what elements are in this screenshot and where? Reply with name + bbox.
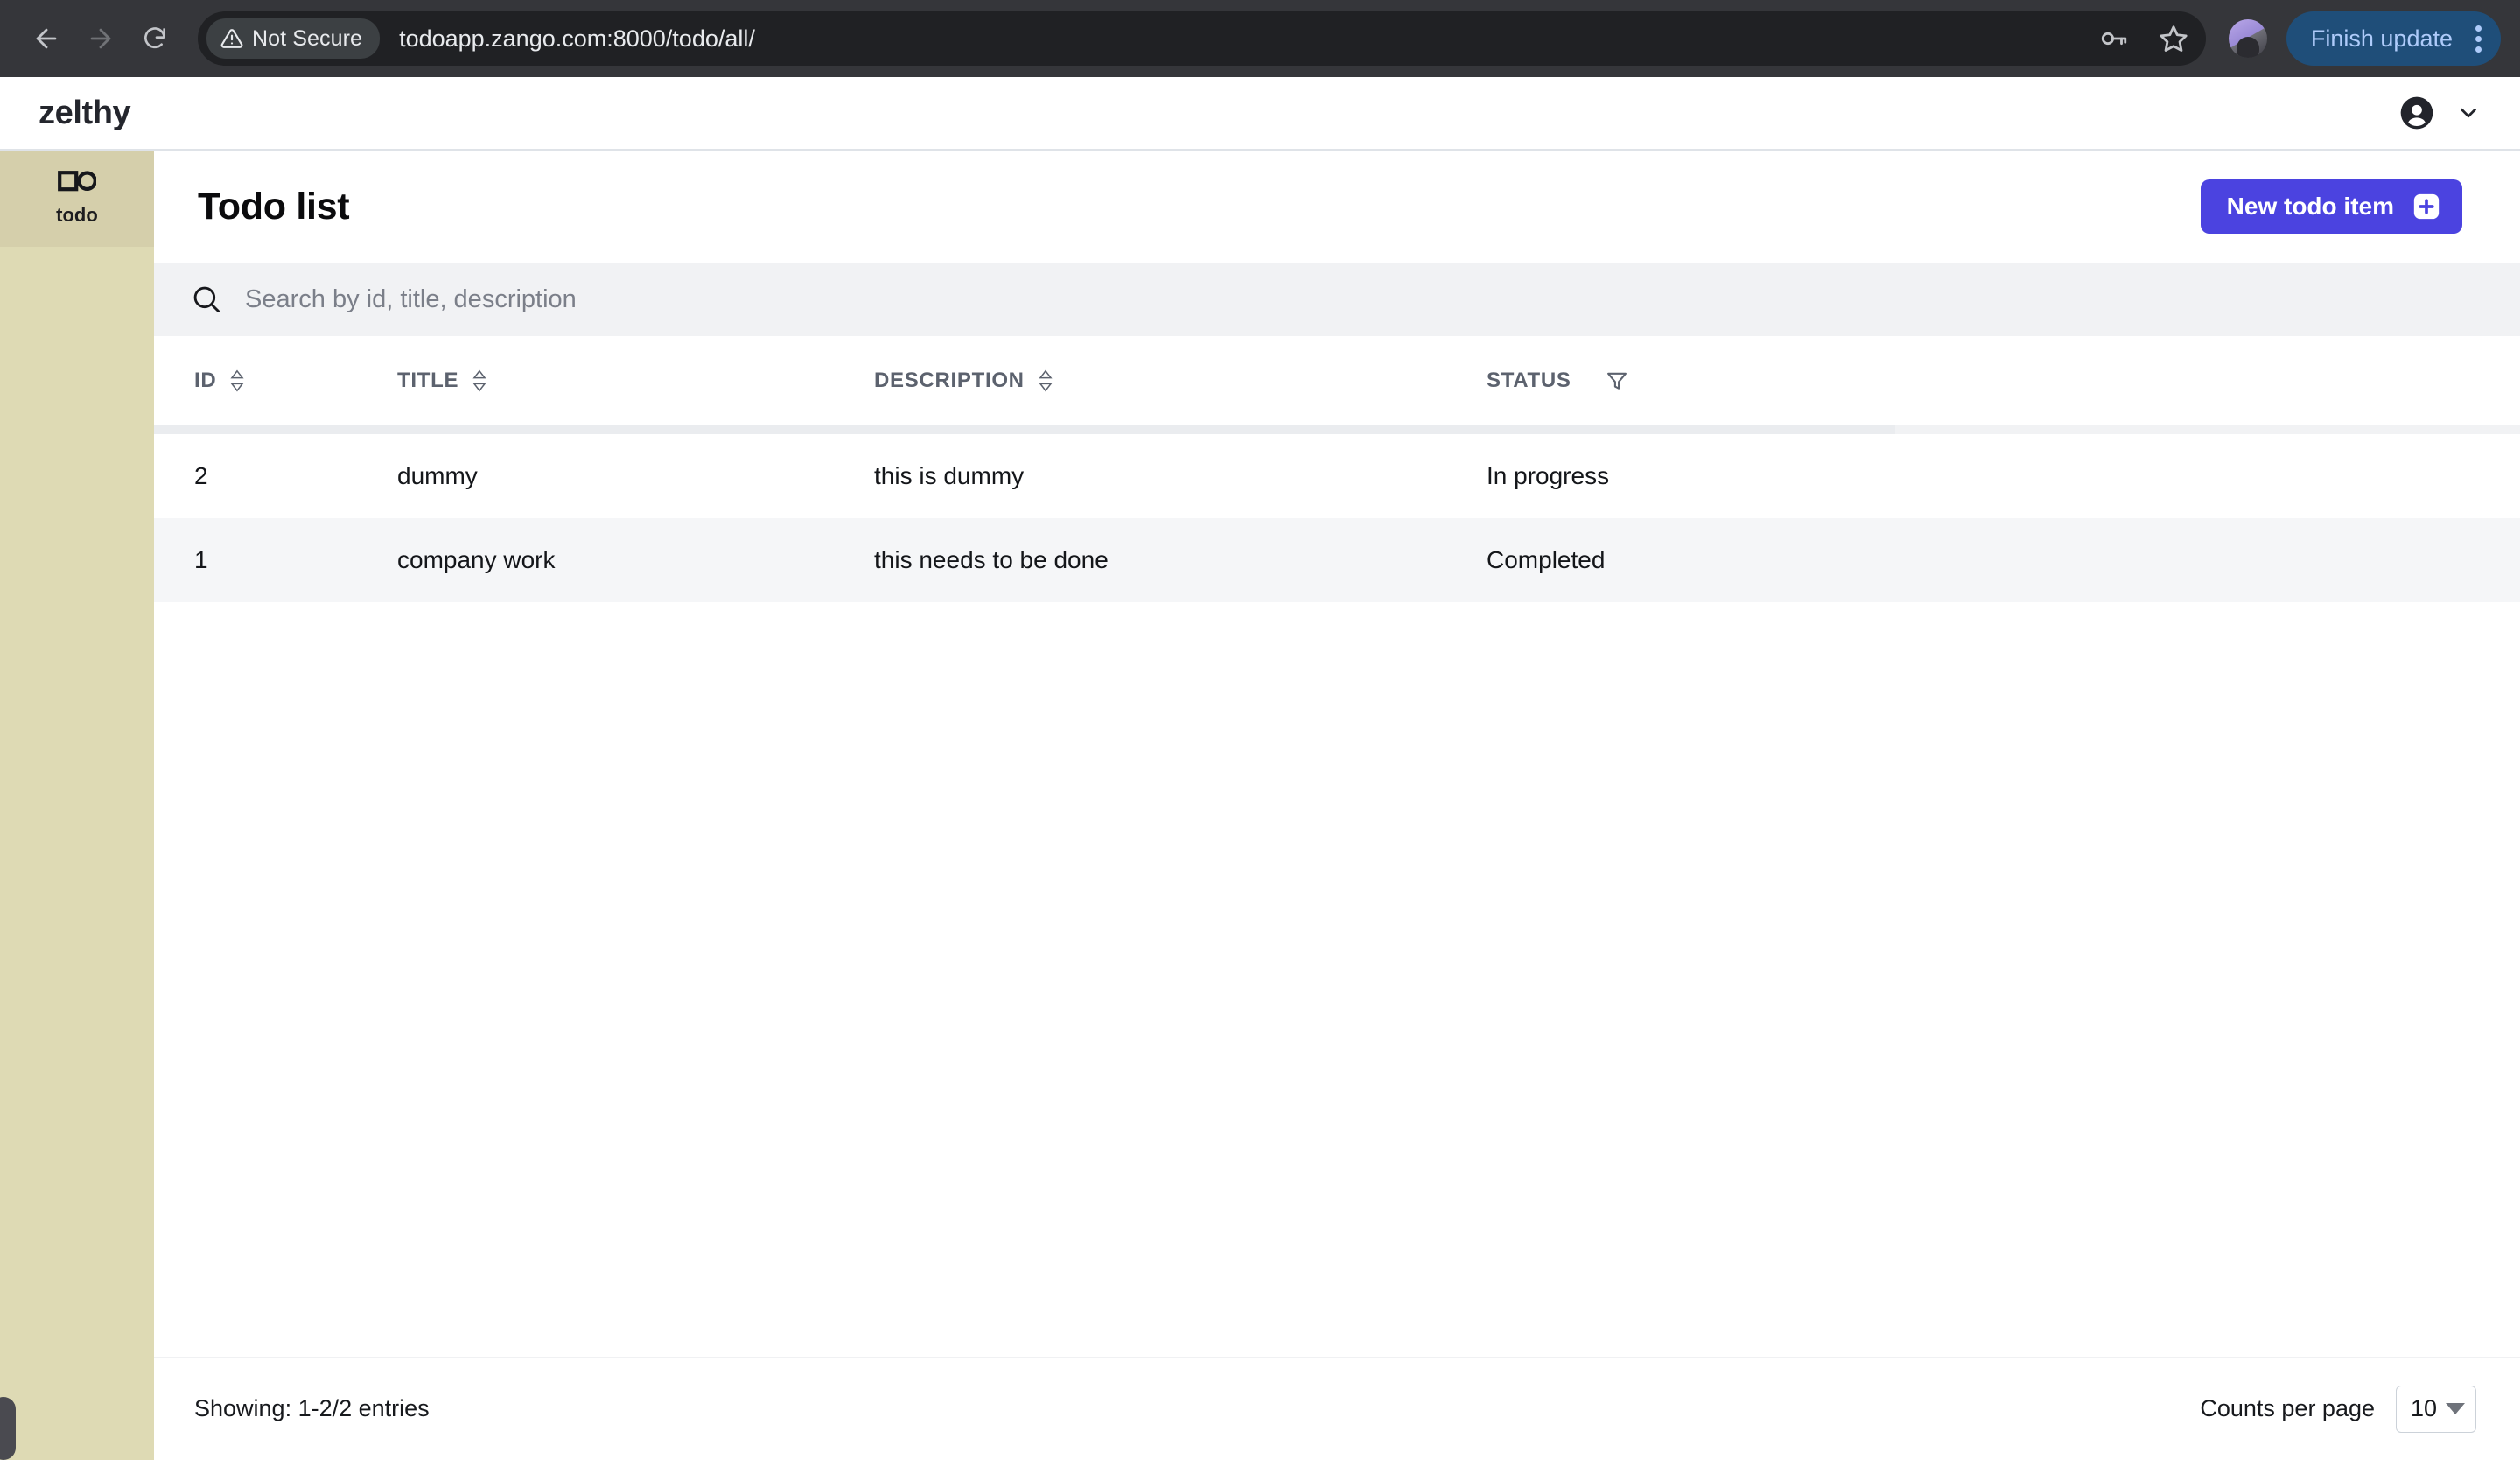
column-header-title[interactable]: TITLE (397, 336, 874, 425)
sidebar-item-todo[interactable]: todo (0, 151, 154, 247)
column-label-status: STATUS (1487, 369, 1572, 392)
cell-status: Completed (1487, 518, 2520, 602)
column-header-id[interactable]: ID (154, 336, 397, 425)
cell-title: company work (397, 518, 874, 602)
password-manager-button[interactable] (2087, 11, 2141, 66)
warning-triangle-icon (220, 29, 243, 48)
back-arrow-icon (36, 28, 57, 49)
filter-funnel-icon[interactable] (1605, 369, 1629, 393)
url-text[interactable]: todoapp.zango.com:8000/todo/all/ (399, 25, 755, 53)
browser-forward-button[interactable] (74, 11, 128, 66)
security-status-chip[interactable]: Not Secure (206, 18, 381, 59)
column-label-id: ID (194, 369, 217, 392)
table-header-row: ID TITLE DESCRIPTION STATUS (154, 336, 2520, 425)
cell-description: this is dummy (874, 434, 1487, 518)
todo-table-body: 2 dummy this is dummy In progress 1 comp… (154, 434, 2520, 602)
todo-table: ID TITLE DESCRIPTION STATUS (154, 336, 2520, 425)
sort-updown-icon[interactable] (228, 369, 246, 393)
counts-per-page-label: Counts per page (2200, 1395, 2375, 1421)
cell-status: In progress (1487, 434, 2520, 518)
cell-id: 1 (154, 518, 397, 602)
bookmark-button[interactable] (2146, 11, 2201, 66)
app-header: zelthy (0, 77, 2520, 151)
search-input[interactable] (245, 284, 945, 314)
sidebar: todo (0, 151, 154, 1460)
column-label-description: DESCRIPTION (874, 369, 1025, 392)
column-header-status[interactable]: STATUS (1487, 336, 2520, 425)
account-circle-icon (2400, 96, 2433, 130)
new-todo-item-label: New todo item (2226, 193, 2394, 220)
new-todo-item-button[interactable]: New todo item (2200, 179, 2462, 234)
app-logo[interactable]: zelthy (38, 95, 131, 132)
browser-back-button[interactable] (19, 11, 74, 66)
kebab-menu-icon[interactable] (2475, 25, 2482, 53)
add-square-icon (2413, 193, 2440, 220)
table-footer: Showing: 1-2/2 entries Counts per page 1… (154, 1357, 2520, 1460)
chevron-down-icon (2460, 108, 2476, 118)
todo-table-container: ID TITLE DESCRIPTION STATUS 2 dummy this… (154, 336, 2520, 1357)
cell-id: 2 (154, 434, 397, 518)
security-status-label: Not Secure (252, 25, 363, 51)
cell-description: this needs to be done (874, 518, 1487, 602)
chevron-down-icon (2446, 1403, 2465, 1414)
table-row[interactable]: 1 company work this needs to be done Com… (154, 518, 2520, 602)
page-title-row: Todo list New todo item (154, 151, 2520, 263)
forward-arrow-icon (90, 28, 111, 49)
finish-update-label: Finish update (2310, 25, 2453, 52)
account-menu[interactable] (2398, 94, 2482, 132)
showing-entries-label: Showing: 1-2/2 entries (194, 1395, 430, 1421)
column-header-description[interactable]: DESCRIPTION (874, 336, 1487, 425)
table-row[interactable]: 2 dummy this is dummy In progress (154, 434, 2520, 518)
column-label-title: TITLE (397, 369, 459, 392)
chrome-profile-avatar[interactable] (2228, 19, 2267, 58)
browser-reload-button[interactable] (128, 11, 182, 66)
star-icon (2160, 25, 2188, 52)
sort-updown-icon[interactable] (1037, 369, 1054, 393)
page-title: Todo list (198, 185, 350, 228)
square-circle-icon (58, 171, 96, 192)
main-content: Todo list New todo item Search by id, ti… (154, 151, 2520, 1460)
search-icon[interactable] (191, 284, 222, 315)
counts-per-page-select[interactable]: 10 (2396, 1385, 2476, 1433)
reload-icon (144, 27, 165, 49)
cell-title: dummy (397, 434, 874, 518)
sort-updown-icon[interactable] (471, 369, 488, 393)
key-icon (2101, 32, 2127, 46)
browser-toolbar: Not Secure todoapp.zango.com:8000/todo/a… (0, 0, 2520, 77)
sidebar-scroll-nub[interactable] (0, 1397, 16, 1460)
search-bar[interactable] (154, 263, 2520, 336)
address-bar[interactable]: Not Secure todoapp.zango.com:8000/todo/a… (198, 11, 2206, 66)
table-body: 2 dummy this is dummy In progress 1 comp… (154, 434, 2520, 602)
table-header-divider (154, 425, 2520, 434)
table-header: ID TITLE DESCRIPTION STATUS (154, 336, 2520, 425)
counts-per-page-group: Counts per page 10 (2200, 1385, 2476, 1433)
table-empty-space (154, 602, 2520, 1357)
app-body: todo Todo list New todo item Search by i… (0, 151, 2520, 1460)
finish-update-button[interactable]: Finish update (2286, 11, 2501, 66)
sidebar-item-label: todo (56, 204, 98, 226)
counts-per-page-value: 10 (2411, 1395, 2438, 1421)
